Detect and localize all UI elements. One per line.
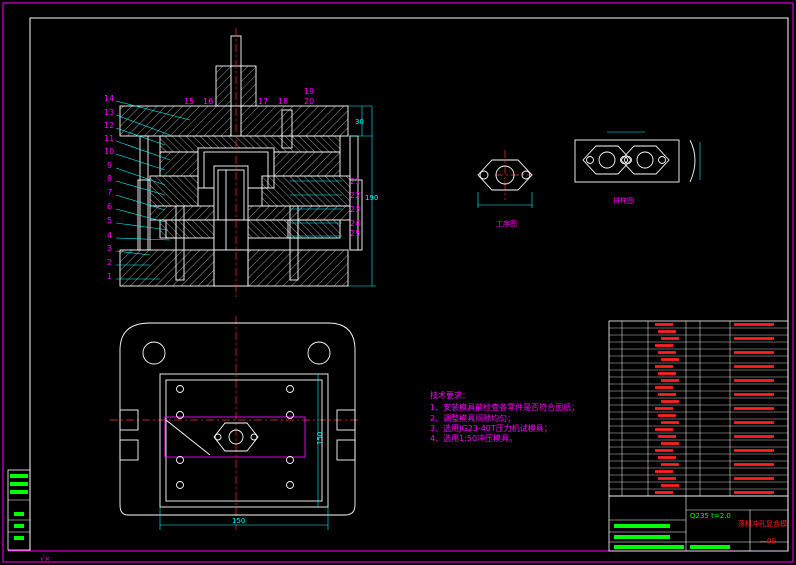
tech-item: 2、调整模具间隙均匀； (430, 413, 515, 423)
table-cell-mark (658, 477, 676, 480)
table-cell-mark (734, 407, 774, 410)
part-number: 24 (350, 219, 360, 228)
part-number: 16 (203, 97, 213, 106)
part-number: 18 (278, 97, 288, 106)
part-number: 19 (304, 87, 314, 96)
table-cell-mark (734, 449, 774, 452)
table-cell-mark (658, 351, 676, 354)
svg-text:√×: √× (40, 555, 50, 563)
table-cell-mark (734, 351, 774, 354)
table-cell-mark (734, 365, 774, 368)
table-cell-mark (734, 379, 774, 382)
table-cell-mark (655, 491, 673, 494)
dimension-label: 150 (316, 432, 324, 445)
table-cell-mark (734, 491, 774, 494)
table-cell-mark (734, 337, 774, 340)
part-number: 9 (107, 161, 112, 170)
part-number: 17 (258, 97, 268, 106)
table-cell-mark (655, 449, 673, 452)
part-number: 22 (350, 191, 360, 200)
table-cell-mark (655, 386, 673, 389)
table-cell-mark (658, 372, 676, 375)
table-cell-mark (655, 344, 673, 347)
binding-margin-table (7, 469, 31, 551)
part-number: 15 (184, 97, 194, 106)
part-number: 14 (104, 94, 114, 103)
table-cell-mark (658, 414, 676, 417)
dimension-label: 30 (355, 118, 364, 126)
part-number: 7 (107, 188, 112, 197)
table-cell-mark (661, 421, 679, 424)
part-number: 21 (350, 177, 360, 186)
table-cell-mark (661, 379, 679, 382)
tech-item: 3、选用JG23-40T压力机试模具； (430, 423, 552, 433)
table-cell-mark (655, 428, 673, 431)
workpiece-label: 工序图 (496, 219, 517, 228)
drawing-title: 落料冲孔复合模 (738, 519, 787, 528)
part-number: 4 (107, 231, 112, 240)
part-number: 8 (107, 174, 112, 183)
title-block: Q235 t=2.0 落料冲孔复合模 —00 (608, 495, 789, 552)
part-numbers-left: 14 13 12 11 10 9 8 7 6 5 4 3 2 1 (104, 94, 114, 281)
table-cell-mark (734, 421, 774, 424)
table-cell-mark (658, 393, 676, 396)
table-cell-mark (655, 470, 673, 473)
technical-requirements: 技术要求： 1、安装模具前检查各零件是否符合图纸； 2、调整模具间隙均匀； 3、… (430, 390, 579, 443)
table-cell-mark (661, 358, 679, 361)
parts-list-table (608, 320, 789, 497)
table-cell-mark (655, 407, 673, 410)
table-cell-mark (734, 463, 774, 466)
table-cell-mark (661, 463, 679, 466)
table-cell-mark (661, 442, 679, 445)
plan-view (119, 322, 356, 516)
part-number: 1 (107, 272, 112, 281)
section-view (119, 35, 363, 287)
part-number: 25 (350, 229, 360, 238)
tech-title: 技术要求： (430, 390, 470, 400)
part-number: 3 (107, 244, 112, 253)
table-cell-mark (658, 456, 676, 459)
part-number: 10 (104, 147, 114, 156)
drawing-number: —00 (760, 537, 776, 545)
table-cell-mark (734, 323, 774, 326)
dimension-label: 190 (365, 194, 378, 202)
table-cell-mark (655, 323, 673, 326)
part-number: 12 (104, 121, 114, 130)
table-cell-mark (655, 365, 673, 368)
strip-label: 排样图 (613, 196, 634, 205)
part-number: 11 (104, 134, 114, 143)
table-cell-mark (658, 435, 676, 438)
part-number: 5 (107, 216, 112, 225)
table-cell-mark (661, 400, 679, 403)
strip-layout-drawing (574, 131, 701, 183)
part-number: 20 (304, 97, 314, 106)
table-cell-mark (661, 484, 679, 487)
table-cell-mark (734, 477, 774, 480)
table-cell-mark (658, 330, 676, 333)
part-number: 23 (350, 205, 360, 214)
table-cell-mark (661, 337, 679, 340)
part-number: 13 (104, 108, 114, 117)
tech-item: 1、安装模具前检查各零件是否符合图纸； (430, 402, 579, 412)
part-number: 6 (107, 202, 112, 211)
part-number: 2 (107, 258, 112, 267)
table-cell-mark (734, 435, 774, 438)
dimension-label: 150 (232, 517, 245, 525)
cad-drawing-canvas: √× 14 13 12 11 10 9 8 7 6 5 4 3 2 1 15 1… (2, 2, 794, 563)
table-cell-mark (734, 393, 774, 396)
tech-item: 4、选用1:50冲压模具。 (430, 433, 517, 443)
material-spec: Q235 t=2.0 (690, 512, 731, 520)
